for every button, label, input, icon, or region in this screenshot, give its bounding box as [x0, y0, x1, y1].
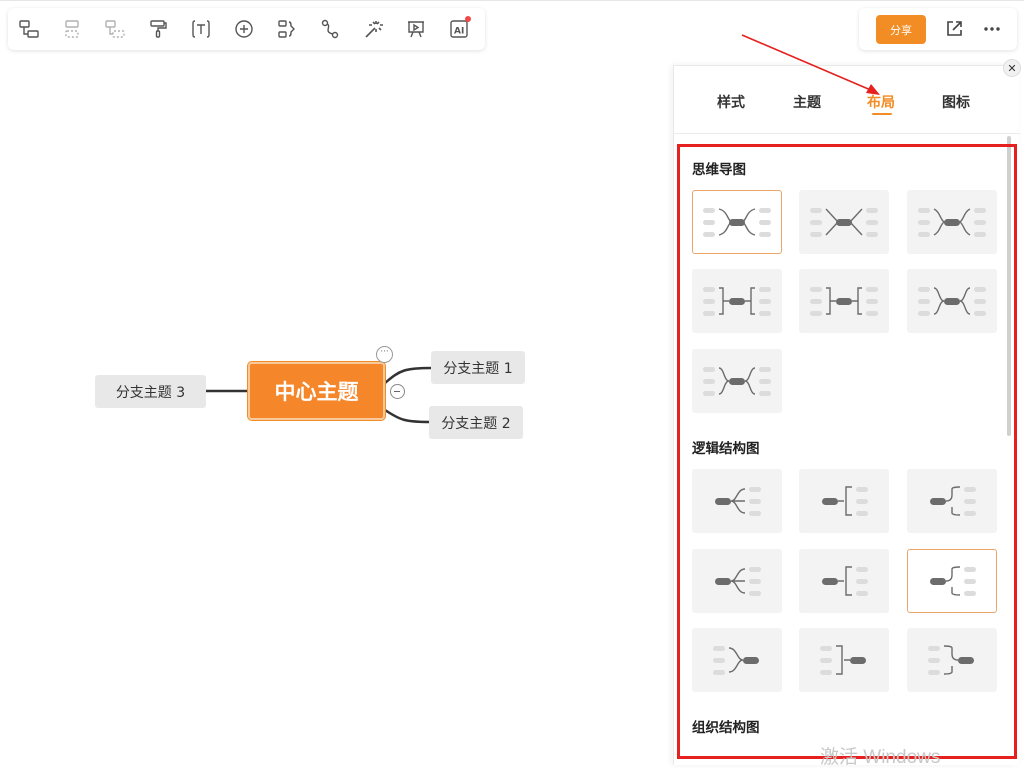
share-bar: 分享: [859, 8, 1017, 50]
layout-thumbnail-icon: [703, 208, 771, 237]
layout-option-mindmap-6[interactable]: [907, 269, 997, 333]
layout-option-logic-8[interactable]: [799, 628, 889, 692]
topic-more-icon[interactable]: ···: [376, 346, 393, 363]
layout-option-logic-7[interactable]: [692, 628, 782, 692]
layout-thumbnail-icon: [715, 487, 761, 516]
layout-thumbnail-icon: [703, 287, 771, 316]
layout-thumbnail-icon: [715, 567, 761, 596]
tab-layout[interactable]: 布局: [867, 92, 895, 112]
layout-thumbnail-icon: [918, 208, 986, 237]
central-topic[interactable]: 中心主题: [247, 361, 386, 421]
layout-thumbnail-icon: [822, 566, 868, 596]
section-title-mindmap: 思维导图: [692, 162, 746, 178]
layout-thumbnail-icon: [810, 208, 878, 237]
section-title-org: 组织结构图: [692, 720, 760, 736]
layout-thumbnail-icon: [713, 646, 759, 675]
branch-topic-1[interactable]: 分支主题 1: [431, 351, 525, 384]
layout-thumbnail-icon: [918, 287, 986, 316]
branch-topic-2[interactable]: 分支主题 2: [429, 406, 523, 439]
layout-thumbnail-icon: [703, 367, 771, 396]
layout-option-mindmap-2[interactable]: [799, 190, 889, 254]
branch-topic-3[interactable]: 分支主题 3: [95, 375, 206, 408]
more-options-icon[interactable]: [979, 16, 1005, 42]
collapse-branch-icon[interactable]: [390, 384, 405, 399]
layout-option-logic-1[interactable]: [692, 469, 782, 533]
section-title-logic: 逻辑结构图: [692, 441, 760, 457]
layout-option-mindmap-4[interactable]: [692, 269, 782, 333]
layout-thumbnail-icon: [928, 645, 974, 675]
layout-option-logic-6[interactable]: [907, 549, 997, 613]
layout-thumbnail-icon: [820, 645, 866, 675]
panel-scrollbar[interactable]: [1007, 136, 1011, 436]
layout-option-mindmap-3[interactable]: [907, 190, 997, 254]
layout-thumbnail-icon: [822, 486, 868, 516]
layout-option-logic-9[interactable]: [907, 628, 997, 692]
layout-thumbnail-icon: [930, 566, 976, 596]
format-panel: 样式 主题 布局 图标 思维导图 逻辑结构图 组织结构图: [673, 65, 1020, 765]
layout-option-mindmap-1[interactable]: [692, 190, 782, 254]
layout-option-logic-4[interactable]: [692, 549, 782, 613]
active-tab-indicator: [872, 113, 892, 115]
layout-option-mindmap-5[interactable]: [799, 269, 889, 333]
tab-style[interactable]: 样式: [717, 92, 745, 112]
open-external-icon[interactable]: [941, 16, 967, 42]
layout-option-mindmap-7[interactable]: [692, 349, 782, 413]
layout-option-logic-2[interactable]: [799, 469, 889, 533]
layout-thumbnail-icon: [930, 486, 976, 516]
close-panel-button[interactable]: ✕: [1003, 59, 1021, 77]
tab-theme[interactable]: 主题: [793, 92, 821, 112]
layout-option-logic-5[interactable]: [799, 549, 889, 613]
layout-option-logic-3[interactable]: [907, 469, 997, 533]
panel-tabs: 样式 主题 布局 图标: [674, 66, 1020, 134]
tab-icons[interactable]: 图标: [942, 92, 970, 112]
share-button[interactable]: 分享: [876, 15, 926, 44]
layout-thumbnail-icon: [810, 287, 878, 316]
